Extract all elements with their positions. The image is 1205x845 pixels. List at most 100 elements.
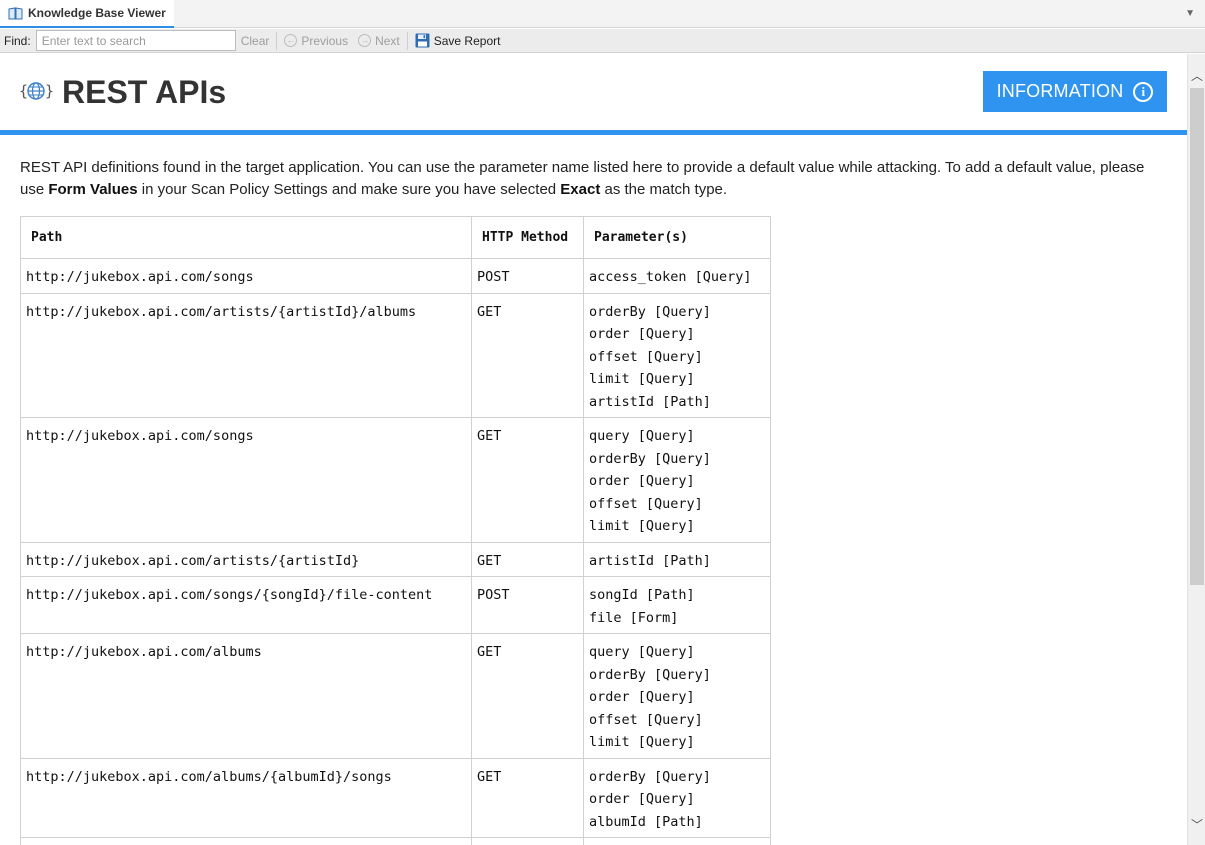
parameter-item: order [Query] bbox=[589, 689, 695, 705]
page-title: REST APIs bbox=[62, 74, 227, 110]
column-header-path: Path bbox=[20, 216, 472, 259]
report-content: { } REST APIs INFORMATION i REST API def… bbox=[0, 54, 1187, 845]
parameter-item: query [Query] bbox=[589, 644, 695, 660]
toolbar-divider bbox=[276, 31, 278, 50]
description-text: in your Scan Policy Settings and make su… bbox=[137, 181, 561, 198]
cell-path: http://jukebox.api.com/songs bbox=[20, 258, 472, 294]
information-button[interactable]: INFORMATION i bbox=[983, 71, 1167, 112]
toolbar-divider bbox=[406, 31, 408, 50]
cell-path: http://jukebox.api.com/albums bbox=[20, 633, 472, 759]
scrollbar-thumb[interactable] bbox=[1190, 88, 1204, 585]
svg-text:{: { bbox=[19, 82, 28, 100]
cell-path: http://jukebox.api.com/artists/{artistId… bbox=[20, 292, 472, 418]
cell-parameters: access_token [Query] bbox=[583, 258, 771, 294]
cell-path: http://jukebox.api.com/songs/{songId}/fi… bbox=[20, 837, 472, 845]
table-row: http://jukebox.api.com/artists/{artistId… bbox=[20, 292, 771, 418]
cell-method: GET bbox=[471, 541, 584, 577]
table-row: http://jukebox.api.com/songs GET query [Qu… bbox=[20, 417, 771, 543]
svg-text:}: } bbox=[45, 82, 53, 100]
column-header-method: HTTP Method bbox=[471, 216, 584, 259]
table-row: http://jukebox.api.com/songs POST access_t… bbox=[20, 258, 771, 294]
parameter-item: order [Query] bbox=[589, 791, 695, 807]
cell-method: POST bbox=[471, 837, 584, 845]
save-icon bbox=[415, 33, 430, 48]
next-button[interactable]: → Next bbox=[353, 29, 405, 53]
info-icon: i bbox=[1133, 81, 1154, 102]
globe-api-icon: { } bbox=[19, 82, 53, 100]
tab-knowledge-base-viewer[interactable]: Knowledge Base Viewer bbox=[0, 0, 174, 28]
search-input[interactable] bbox=[35, 30, 236, 51]
description-text: as the match type. bbox=[600, 181, 728, 198]
cell-parameters: orderBy [Query] order [Query] albumId [Pat… bbox=[583, 757, 771, 838]
clear-label: Clear bbox=[240, 33, 270, 48]
table-row: http://jukebox.api.com/albums/{albumId}/… bbox=[20, 757, 771, 838]
find-toolbar: Find: Clear ← Previous → Next Save Repor… bbox=[0, 29, 1205, 53]
cell-parameters: query [Query] orderBy [Query] order [Query… bbox=[583, 633, 771, 759]
cell-method: GET bbox=[471, 633, 584, 759]
parameter-item: orderBy [Query] bbox=[589, 768, 711, 785]
previous-button[interactable]: ← Previous bbox=[279, 29, 353, 53]
save-report-label: Save Report bbox=[433, 33, 501, 48]
rest-api-table: Path HTTP Method Parameter(s) http://juk… bbox=[20, 216, 771, 845]
page-header: { } REST APIs INFORMATION i bbox=[0, 54, 1187, 130]
cell-method: GET bbox=[471, 757, 584, 838]
parameter-item: order [Query] bbox=[589, 473, 695, 489]
cell-parameters: orderBy [Query] order [Query] offset [Quer… bbox=[583, 292, 771, 418]
cell-method: POST bbox=[471, 576, 584, 634]
table-row: http://jukebox.api.com/songs/{songId}/fi… bbox=[20, 576, 771, 634]
header-divider bbox=[0, 130, 1187, 135]
page-description: REST API definitions found in the target… bbox=[20, 157, 1170, 201]
parameter-item: limit [Query] bbox=[589, 518, 695, 534]
previous-label: Previous bbox=[301, 33, 349, 48]
column-header-parameters: Parameter(s) bbox=[583, 216, 771, 259]
scroll-down-icon[interactable]: ﹀ bbox=[1188, 813, 1205, 835]
parameter-item: artistId [Path] bbox=[589, 393, 711, 410]
tab-bar: Knowledge Base Viewer ▼ bbox=[0, 0, 1205, 28]
scroll-up-icon[interactable]: ︿ bbox=[1188, 64, 1205, 86]
cell-parameters: songId [Path] bbox=[583, 837, 771, 845]
table-row: http://jukebox.api.com/songs/{songId}/fi… bbox=[20, 837, 771, 845]
arrow-left-icon: ← bbox=[284, 34, 298, 47]
cell-path: http://jukebox.api.com/albums/{albumId}/… bbox=[20, 757, 472, 838]
save-report-button[interactable]: Save Report bbox=[410, 29, 506, 53]
parameter-item: offset [Query] bbox=[589, 711, 703, 728]
information-label: INFORMATION bbox=[996, 81, 1124, 101]
cell-path: http://jukebox.api.com/songs/{songId}/fi… bbox=[20, 576, 472, 634]
parameter-item: limit [Query] bbox=[589, 734, 695, 750]
table-row: http://jukebox.api.com/albums GET query [Q… bbox=[20, 633, 771, 759]
cell-method: POST bbox=[471, 258, 584, 294]
find-label: Find: bbox=[4, 33, 31, 48]
cell-path: http://jukebox.api.com/songs bbox=[20, 417, 472, 543]
table-body: http://jukebox.api.com/songs POST access_t… bbox=[20, 258, 771, 845]
parameter-item: albumId [Path] bbox=[589, 813, 703, 830]
parameter-item: access_token [Query] bbox=[589, 269, 752, 285]
table-header-row: Path HTTP Method Parameter(s) bbox=[20, 216, 771, 259]
cell-parameters: songId [Path] file [Form] bbox=[583, 576, 771, 634]
parameter-item: order [Query] bbox=[589, 326, 695, 342]
vertical-scrollbar[interactable]: ︿ ﹀ bbox=[1187, 54, 1205, 845]
clear-button[interactable]: Clear bbox=[236, 29, 275, 53]
parameter-item: songId [Path] bbox=[589, 587, 695, 603]
parameter-item: file [Form] bbox=[589, 609, 679, 626]
form-values-emphasis: Form Values bbox=[48, 181, 138, 198]
next-label: Next bbox=[375, 33, 400, 48]
cell-method: GET bbox=[471, 417, 584, 543]
cell-parameters: query [Query] orderBy [Query] order [Query… bbox=[583, 417, 771, 543]
parameter-item: orderBy [Query] bbox=[589, 450, 711, 467]
tab-title: Knowledge Base Viewer bbox=[28, 6, 166, 20]
parameter-item: orderBy [Query] bbox=[589, 666, 711, 683]
chevron-down-icon[interactable]: ▼ bbox=[1185, 8, 1195, 19]
cell-method: GET bbox=[471, 292, 584, 418]
parameter-item: limit [Query] bbox=[589, 371, 695, 387]
cell-path: http://jukebox.api.com/artists/{artistId… bbox=[20, 541, 472, 577]
exact-emphasis: Exact bbox=[560, 181, 601, 198]
table-row: http://jukebox.api.com/artists/{artistId… bbox=[20, 541, 771, 577]
parameter-item: artistId [Path] bbox=[589, 552, 711, 569]
arrow-right-icon: → bbox=[358, 34, 372, 47]
parameter-item: orderBy [Query] bbox=[589, 303, 711, 320]
parameter-item: offset [Query] bbox=[589, 495, 703, 512]
cell-parameters: artistId [Path] bbox=[583, 541, 771, 577]
book-icon bbox=[8, 6, 23, 19]
parameter-item: offset [Query] bbox=[589, 348, 703, 365]
parameter-item: query [Query] bbox=[589, 428, 695, 444]
